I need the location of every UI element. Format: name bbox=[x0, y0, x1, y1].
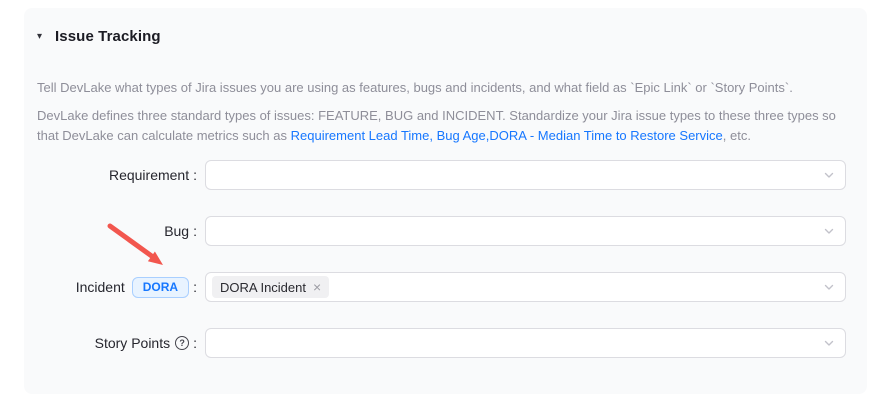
label-colon: : bbox=[193, 335, 197, 351]
incident-select[interactable]: DORA Incident × bbox=[205, 272, 846, 302]
story-points-row: Story Points ? : bbox=[37, 328, 846, 358]
chevron-down-icon bbox=[823, 169, 835, 181]
label-colon: : bbox=[193, 223, 197, 239]
help-icon[interactable]: ? bbox=[175, 336, 189, 350]
incident-label: Incident DORA : bbox=[37, 277, 205, 298]
incident-label-text: Incident bbox=[76, 279, 125, 295]
issue-tracking-panel: ▾ Issue Tracking Tell DevLake what types… bbox=[24, 8, 867, 394]
story-points-select[interactable] bbox=[205, 328, 846, 358]
description-line-2: DevLake defines three standard types of … bbox=[37, 106, 846, 146]
label-colon: : bbox=[193, 279, 197, 295]
link-dora-median-time-to-restore[interactable]: DORA - Median Time to Restore Service bbox=[489, 128, 722, 143]
description-line-2-suffix: , etc. bbox=[723, 128, 751, 143]
tag-close-icon[interactable]: × bbox=[313, 280, 321, 294]
story-points-label: Story Points ? : bbox=[37, 335, 205, 351]
requirement-label-text: Requirement bbox=[109, 167, 189, 183]
incident-row: Incident DORA : DORA Incident × bbox=[37, 272, 846, 302]
section-header-issue-tracking[interactable]: ▾ Issue Tracking bbox=[37, 24, 846, 48]
bug-row: Bug : bbox=[37, 216, 846, 246]
section-description: Tell DevLake what types of Jira issues y… bbox=[37, 78, 846, 146]
link-requirement-lead-time[interactable]: Requirement Lead Time bbox=[291, 128, 430, 143]
bug-label-text: Bug bbox=[164, 223, 189, 239]
selected-tag-dora-incident: DORA Incident × bbox=[212, 276, 329, 298]
description-line-1: Tell DevLake what types of Jira issues y… bbox=[37, 78, 846, 98]
bug-select[interactable] bbox=[205, 216, 846, 246]
link-separator: , bbox=[429, 128, 436, 143]
link-bug-age[interactable]: Bug Age bbox=[437, 128, 486, 143]
tag-label: DORA Incident bbox=[220, 280, 306, 295]
story-points-label-text: Story Points bbox=[95, 335, 170, 351]
bug-label: Bug : bbox=[37, 223, 205, 239]
requirement-select[interactable] bbox=[205, 160, 846, 190]
chevron-down-icon bbox=[823, 337, 835, 349]
chevron-down-icon bbox=[823, 281, 835, 293]
dora-badge: DORA bbox=[132, 277, 189, 298]
label-colon: : bbox=[193, 167, 197, 183]
requirement-label: Requirement : bbox=[37, 167, 205, 183]
collapse-caret-icon: ▾ bbox=[37, 32, 42, 42]
chevron-down-icon bbox=[823, 225, 835, 237]
section-title: Issue Tracking bbox=[55, 28, 161, 45]
requirement-row: Requirement : bbox=[37, 160, 846, 190]
issue-type-form: Requirement : Bug : bbox=[37, 160, 846, 358]
